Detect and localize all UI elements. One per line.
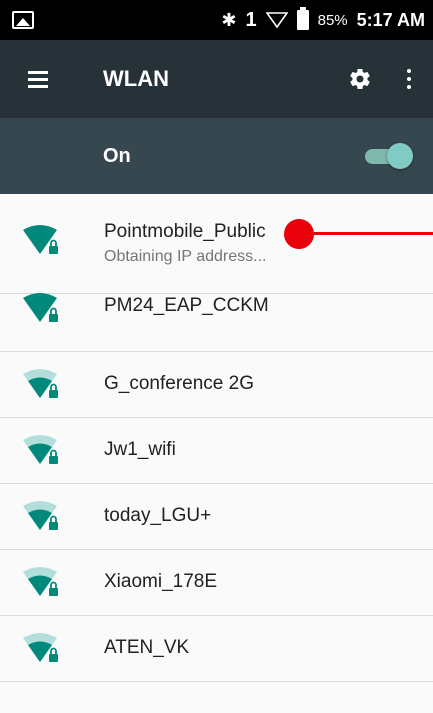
ssid-label: ATEN_VK: [104, 637, 190, 658]
menu-icon[interactable]: [0, 40, 70, 118]
network-row-pointmobile-public[interactable]: Pointmobile_Public Obtaining IP address.…: [0, 194, 433, 294]
touch-trail-indicator: [300, 232, 433, 235]
wifi-signal-locked-icon: [23, 369, 58, 398]
network-row-xiaomi-178e[interactable]: Xiaomi_178E: [0, 550, 433, 616]
more-options-icon[interactable]: [385, 40, 433, 118]
wifi-signal-locked-icon: [23, 293, 58, 322]
image-notification-icon: [12, 11, 34, 29]
ssid-label: Xiaomi_178E: [104, 571, 218, 592]
app-bar: WLAN: [0, 40, 433, 118]
sim-indicator: 1: [245, 8, 257, 31]
battery-percent: 85%: [317, 11, 348, 29]
network-row-today-lgu[interactable]: today_LGU+: [0, 484, 433, 550]
wifi-signal-locked-icon: [23, 501, 58, 530]
page-title: WLAN: [103, 66, 169, 91]
network-row-jw1-wifi[interactable]: Jw1_wifi: [0, 418, 433, 484]
switch-thumb: [387, 143, 413, 169]
wifi-signal-locked-icon: [23, 225, 58, 254]
ssid-label: Pointmobile_Public: [104, 221, 266, 242]
wlan-toggle-bar[interactable]: On: [0, 118, 433, 194]
wifi-signal-locked-icon: [23, 435, 58, 464]
ssid-label: PM24_EAP_CCKM: [104, 295, 269, 316]
clock: 5:17 AM: [356, 9, 425, 30]
battery-icon: [296, 7, 309, 30]
wifi-signal-locked-icon: [23, 567, 58, 596]
connection-status: Obtaining IP address...: [104, 248, 267, 265]
status-bar: ✱ 1 85% 5:17 AM: [0, 0, 433, 40]
gear-icon[interactable]: [335, 40, 385, 118]
wifi-signal-locked-icon: [23, 633, 58, 662]
touch-point-indicator: [284, 219, 314, 249]
ssid-label: today_LGU+: [104, 505, 212, 526]
network-row-aten-vk[interactable]: ATEN_VK: [0, 616, 433, 682]
ssid-label: G_conference 2G: [104, 373, 254, 394]
toggle-label: On: [103, 144, 131, 167]
bluetooth-icon: ✱: [221, 9, 237, 30]
ssid-label: Jw1_wifi: [104, 439, 176, 460]
wifi-outline-icon: [265, 12, 288, 28]
network-row-pm24-eap-cckm[interactable]: PM24_EAP_CCKM: [0, 293, 433, 352]
network-list: Pointmobile_Public Obtaining IP address.…: [0, 194, 433, 682]
wlan-switch[interactable]: [363, 141, 413, 171]
network-row-g-conference-2g[interactable]: G_conference 2G: [0, 352, 433, 418]
